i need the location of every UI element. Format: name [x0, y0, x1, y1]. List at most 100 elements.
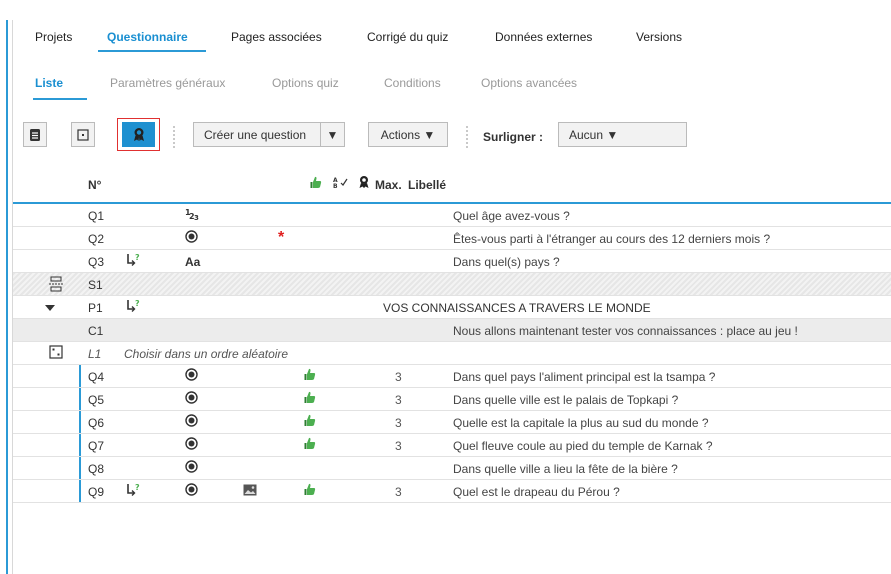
table-row[interactable]: P1 ? VOS CONNAISSANCES A TRAVERS LE MOND…: [13, 296, 891, 319]
create-question-dropdown[interactable]: Créer une question ▼: [193, 122, 345, 147]
single-view-button[interactable]: [71, 122, 95, 147]
toolbar-separator: [173, 126, 175, 148]
subtab-parametres-generaux[interactable]: Paramètres généraux: [110, 76, 225, 90]
highlight-select[interactable]: Aucun ▼: [558, 122, 687, 147]
table-row[interactable]: Q6 3 Quelle est la capitale la plus au s…: [13, 411, 891, 434]
row-number: Q6: [88, 416, 105, 430]
loop-label: Choisir dans un ordre aléatoire: [124, 347, 289, 361]
max-score: 3: [395, 416, 402, 430]
question-label: Quel âge avez-vous ?: [453, 209, 570, 223]
row-number: Q8: [88, 462, 105, 476]
question-label: Quelle est la capitale la plus au sud du…: [453, 416, 709, 430]
radio-type-icon: [185, 414, 198, 430]
table-row[interactable]: Q9 ? 3 Quel est le drapeau du Pérou ?: [13, 480, 891, 503]
svg-text:3: 3: [194, 214, 199, 221]
screen-break-icon: [49, 276, 63, 295]
quiz-view-button[interactable]: [122, 122, 155, 147]
table-row[interactable]: Q1 123 Quel âge avez-vous ?: [13, 204, 891, 227]
row-number: Q4: [88, 370, 105, 384]
main-tabs: Projets Questionnaire Pages associées Co…: [13, 20, 891, 56]
thumb-icon: [304, 483, 316, 499]
row-number: L1: [88, 347, 102, 361]
table-row[interactable]: S1: [13, 273, 891, 296]
table-row[interactable]: Q3 ? Aa Dans quel(s) pays ?: [13, 250, 891, 273]
branch-question-icon: ?: [125, 253, 141, 270]
svg-text:?: ?: [135, 253, 140, 262]
max-score: 3: [395, 370, 402, 384]
svg-text:?: ?: [135, 299, 140, 308]
radio-type-icon: [185, 437, 198, 453]
question-label: Dans quelle ville est le palais de Topka…: [453, 393, 679, 407]
row-number: C1: [88, 324, 104, 338]
tab-versions[interactable]: Versions: [636, 30, 682, 44]
thumb-icon: [304, 368, 316, 384]
square-dot-icon: [77, 128, 89, 141]
question-list: Q1 123 Quel âge avez-vous ? Q2 * Êtes-vo…: [13, 204, 891, 503]
question-label: Quel fleuve coule au pied du temple de K…: [453, 439, 713, 453]
row-number: Q2: [88, 232, 105, 246]
question-label: Dans quel pays l'aliment principal est l…: [453, 370, 716, 384]
table-row[interactable]: Q4 3 Dans quel pays l'aliment principal …: [13, 365, 891, 388]
sort-check-icon: AB: [333, 176, 349, 191]
table-row[interactable]: Q5 3 Dans quelle ville est le palais de …: [13, 388, 891, 411]
header-number: N°: [88, 178, 102, 192]
tab-projets[interactable]: Projets: [35, 30, 72, 44]
subtab-options-avancees[interactable]: Options avancées: [481, 76, 577, 90]
comment-label: Nous allons maintenant tester vos connai…: [453, 324, 798, 338]
svg-text:?: ?: [135, 483, 140, 492]
collapse-caret-icon[interactable]: [45, 301, 55, 315]
max-score: 3: [395, 393, 402, 407]
radio-type-icon: [185, 460, 198, 476]
list-view-icon: [30, 128, 40, 141]
svg-text:B: B: [333, 183, 338, 188]
subtab-options-quiz[interactable]: Options quiz: [272, 76, 339, 90]
text-type-icon: Aa: [185, 255, 201, 269]
thumb-icon: [304, 414, 316, 430]
editor-panel: Projets Questionnaire Pages associées Co…: [12, 20, 891, 574]
max-score: 3: [395, 439, 402, 453]
question-label: Dans quelle ville a lieu la fête de la b…: [453, 462, 678, 476]
table-row[interactable]: L1 Choisir dans un ordre aléatoire: [13, 342, 891, 365]
tab-questionnaire[interactable]: Questionnaire: [107, 30, 188, 44]
header-label: Libellé: [408, 178, 447, 192]
subtab-conditions[interactable]: Conditions: [384, 76, 441, 90]
list-view-button[interactable]: [23, 122, 47, 147]
window-left-edge: [6, 20, 8, 574]
question-label: Êtes-vous parti à l'étranger au cours de…: [453, 232, 771, 246]
subtab-liste[interactable]: Liste: [35, 76, 63, 90]
tab-corrige-du-quiz[interactable]: Corrigé du quiz: [367, 30, 448, 44]
table-row[interactable]: Q2 * Êtes-vous parti à l'étranger au cou…: [13, 227, 891, 250]
table-row[interactable]: C1 Nous allons maintenant tester vos con…: [13, 319, 891, 342]
create-question-label: Créer une question: [204, 127, 307, 142]
thumb-icon: [304, 437, 316, 453]
tab-pages-associees[interactable]: Pages associées: [231, 30, 322, 44]
toolbar: Créer une question ▼ Actions ▼ Surligner…: [13, 118, 891, 158]
award-icon: [133, 128, 144, 141]
thumb-icon: [304, 391, 316, 407]
tab-donnees-externes[interactable]: Données externes: [495, 30, 592, 44]
header-max: Max.: [375, 178, 402, 192]
radio-type-icon: [185, 483, 198, 499]
actions-button[interactable]: Actions ▼: [368, 122, 448, 147]
highlight-value: Aucun ▼: [569, 127, 619, 142]
award-icon: [358, 175, 370, 192]
chevron-down-icon[interactable]: ▼: [320, 123, 344, 146]
row-number: Q3: [88, 255, 105, 269]
image-icon: [243, 484, 257, 499]
row-number: Q7: [88, 439, 105, 453]
row-number: P1: [88, 301, 103, 315]
radio-type-icon: [185, 391, 198, 407]
numeric-type-icon: 123: [185, 207, 201, 224]
table-row[interactable]: Q8 Dans quelle ville a lieu la fête de l…: [13, 457, 891, 480]
active-tab-indicator: [98, 50, 206, 52]
random-loop-icon: [49, 345, 63, 362]
row-number: Q5: [88, 393, 105, 407]
active-subtab-indicator: [33, 98, 87, 100]
row-number: Q9: [88, 485, 105, 499]
table-row[interactable]: Q7 3 Quel fleuve coule au pied du temple…: [13, 434, 891, 457]
toolbar-separator: [466, 126, 468, 148]
column-header: N° AB Max. Libellé: [13, 170, 891, 200]
max-score: 3: [395, 485, 402, 499]
sub-tabs: Liste Paramètres généraux Options quiz C…: [13, 56, 891, 106]
branch-question-icon: ?: [125, 483, 141, 500]
